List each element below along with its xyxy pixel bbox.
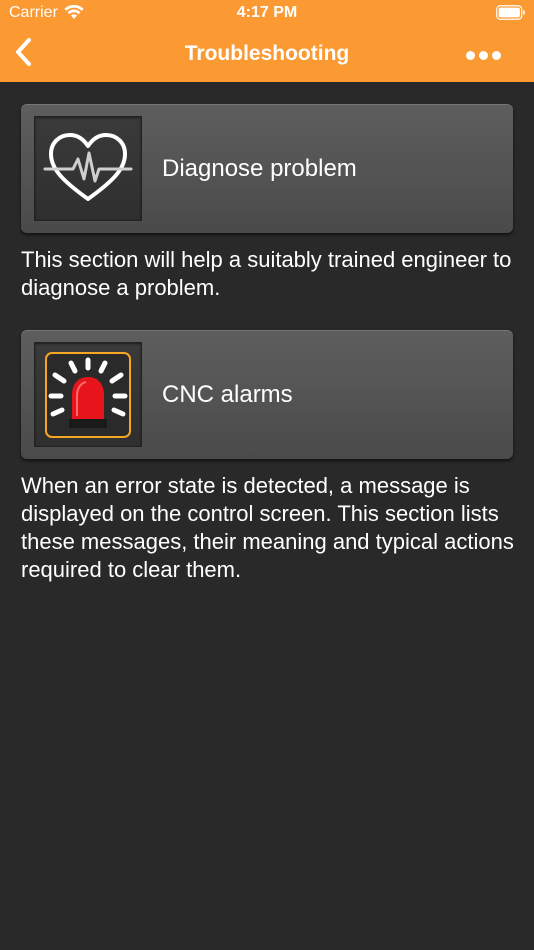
top-bar: Carrier 4:17 PM Troubleshooting <box>0 0 534 82</box>
diagnose-description: This section will help a suitably traine… <box>21 247 512 300</box>
diagnose-problem-button[interactable]: Diagnose problem <box>21 104 513 233</box>
cnc-alarms-button[interactable]: CNC alarms <box>21 330 513 459</box>
status-bar: Carrier 4:17 PM <box>0 0 534 28</box>
card-label: Diagnose problem <box>162 155 357 182</box>
ellipsis-icon <box>465 50 475 60</box>
more-options-button[interactable] <box>460 43 506 67</box>
cnc-alarms-description: When an error state is detected, a messa… <box>21 473 514 582</box>
navigation-bar: Troubleshooting <box>0 28 534 82</box>
battery-icon <box>496 5 526 25</box>
alarm-beacon-icon <box>34 342 142 447</box>
ellipsis-icon-dot <box>478 50 488 60</box>
page-title: Troubleshooting <box>184 42 350 65</box>
ellipsis-icon-dot <box>491 50 501 60</box>
card-label: CNC alarms <box>162 381 293 408</box>
status-time: 4:17 PM <box>236 4 298 21</box>
heartbeat-icon <box>34 116 142 221</box>
